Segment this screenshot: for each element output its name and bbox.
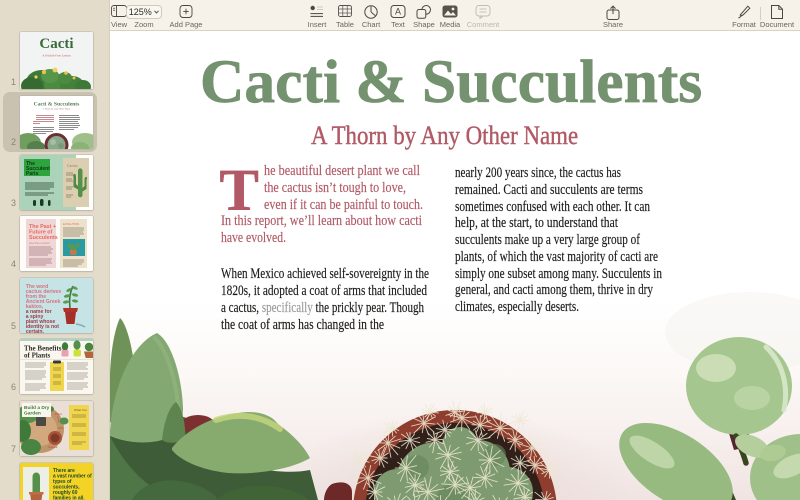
svg-text:A Thorn by Any Other Name: A Thorn by Any Other Name <box>43 108 71 111</box>
svg-text:A: A <box>395 7 401 17</box>
svg-text:What You: What You <box>74 408 87 412</box>
svg-text:Build a Dry: Build a Dry <box>24 405 50 411</box>
svg-text:Garden: Garden <box>24 411 41 417</box>
svg-text:How they evolved: How they evolved <box>29 241 50 245</box>
svg-text:Cacti: Cacti <box>39 36 73 52</box>
svg-text:A Prickle-Free Lesson: A Prickle-Free Lesson <box>42 54 71 58</box>
svg-text:Soil: Soil <box>58 426 63 430</box>
svg-text:families in all.: families in all. <box>53 495 85 500</box>
svg-text:certain.: certain. <box>26 329 45 333</box>
svg-text:Cactus: Cactus <box>67 163 78 168</box>
svg-text:Succulents: Succulents <box>29 235 58 241</box>
svg-text:of Plants: of Plants <box>24 352 51 360</box>
svg-text:Stones: Stones <box>48 445 58 449</box>
svg-text:Plant: Plant <box>55 412 62 416</box>
svg-text:Parts: Parts <box>26 171 39 177</box>
svg-text:EVOLUTION: EVOLUTION <box>63 222 79 226</box>
